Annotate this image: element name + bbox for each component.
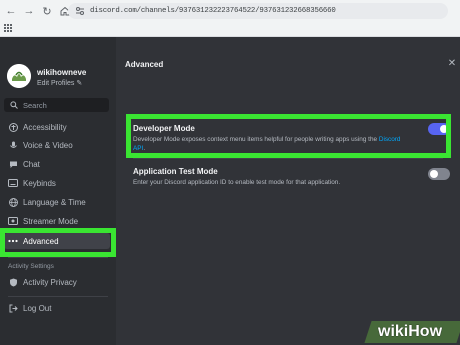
- reload-icon[interactable]: ↻: [40, 4, 54, 18]
- username: wikihowneve: [37, 68, 87, 77]
- logout-button[interactable]: Log Out: [4, 300, 110, 316]
- sidebar-item-label: Keybinds: [23, 178, 56, 188]
- sidebar-item-label: Activity Privacy: [23, 277, 77, 287]
- search-placeholder: Search: [23, 100, 47, 110]
- edit-profiles-label: Edit Profiles: [37, 80, 75, 87]
- sidebar-item-label: Accessibility: [23, 122, 67, 132]
- microphone-icon: [8, 140, 18, 150]
- bookmarks-bar: [0, 22, 460, 37]
- site-settings-icon[interactable]: [74, 5, 86, 17]
- back-arrow-icon[interactable]: ←: [4, 4, 18, 18]
- search-input[interactable]: Search: [4, 98, 109, 112]
- chat-icon: [8, 159, 18, 169]
- page-title: Advanced: [125, 60, 164, 69]
- close-icon[interactable]: ✕: [446, 57, 458, 69]
- sidebar-item-language-time[interactable]: Language & Time: [4, 194, 110, 210]
- sidebar-item-label: Language & Time: [23, 197, 86, 207]
- sidebar-item-chat[interactable]: Chat: [4, 156, 110, 172]
- wikihow-logo-icon: [7, 64, 31, 88]
- apps-grid-icon[interactable]: [4, 24, 13, 33]
- settings-content: Advanced ✕ Developer Mode Developer Mode…: [116, 37, 460, 345]
- streamer-icon: [8, 216, 18, 226]
- sidebar-item-label: Voice & Video: [23, 140, 73, 150]
- advanced-item-highlight: [0, 228, 116, 257]
- sidebar-item-label: Streamer Mode: [23, 216, 79, 226]
- url-text: discord.com/channels/937631232223764522/…: [90, 7, 336, 15]
- sidebar-item-voice-video[interactable]: Voice & Video: [4, 137, 110, 153]
- sidebar-item-label: Chat: [23, 159, 40, 169]
- accessibility-icon: [8, 122, 18, 132]
- sidebar-divider: [8, 257, 108, 258]
- address-bar[interactable]: discord.com/channels/937631232223764522/…: [68, 3, 448, 19]
- wikihow-watermark: wikiHow: [364, 321, 460, 343]
- forward-arrow-icon[interactable]: →: [22, 4, 36, 18]
- globe-icon: [8, 197, 18, 207]
- browser-toolbar: ← → ↻ discord.com/channels/9376312322237…: [0, 0, 460, 22]
- logout-label: Log Out: [23, 303, 52, 313]
- settings-sidebar: wikihowneve Edit Profiles ✎ Search Acces…: [0, 37, 116, 345]
- sidebar-item-accessibility[interactable]: Accessibility: [4, 119, 110, 135]
- pencil-icon: ✎: [76, 80, 83, 87]
- developer-mode-highlight: [126, 114, 451, 158]
- sidebar-item-streamer-mode[interactable]: Streamer Mode: [4, 213, 110, 229]
- activity-settings-header: Activity Settings: [8, 263, 54, 270]
- sidebar-item-activity-privacy[interactable]: Activity Privacy: [4, 274, 110, 290]
- keyboard-icon: [8, 178, 18, 188]
- application-test-mode-title: Application Test Mode: [133, 167, 218, 176]
- application-test-mode-description: Enter your Discord application ID to ena…: [133, 179, 341, 186]
- watermark-text: wikiHow: [378, 323, 443, 340]
- logout-icon: [8, 303, 18, 313]
- avatar[interactable]: [7, 64, 31, 88]
- sidebar-divider: [8, 296, 108, 297]
- shield-icon: [8, 277, 18, 287]
- sidebar-item-keybinds[interactable]: Keybinds: [4, 175, 110, 191]
- edit-profiles-link[interactable]: Edit Profiles ✎: [37, 79, 82, 87]
- toggle-knob: [430, 170, 438, 178]
- search-icon: [10, 101, 18, 109]
- setting-divider: [133, 158, 443, 159]
- application-test-mode-toggle[interactable]: [428, 168, 450, 180]
